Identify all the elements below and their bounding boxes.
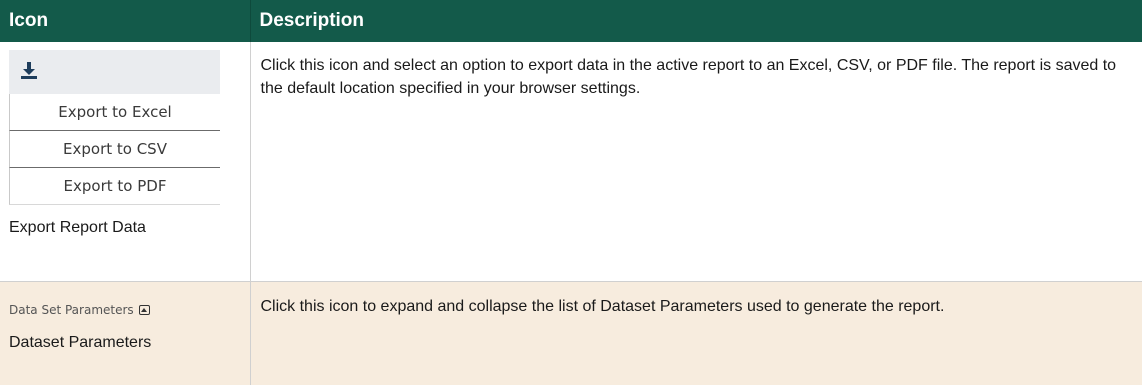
header-icon: Icon: [0, 0, 250, 42]
table-row: Data Set Parameters Dataset Parameters C…: [0, 281, 1142, 385]
export-widget: Export to Excel Export to CSV Export to …: [9, 50, 220, 205]
export-pdf-option[interactable]: Export to PDF: [9, 168, 220, 205]
description-cell: Click this icon to expand and collapse t…: [250, 281, 1142, 385]
export-button[interactable]: [9, 50, 220, 94]
table-header-row: Icon Description: [0, 0, 1142, 42]
icon-description-table: Icon Description Export to Excel Export …: [0, 0, 1142, 385]
row-label: Dataset Parameters: [9, 333, 152, 351]
dataset-parameters-toggle[interactable]: Data Set Parameters: [9, 303, 240, 317]
description-cell: Click this icon and select an option to …: [250, 42, 1142, 282]
toggle-text: Data Set Parameters: [9, 302, 134, 317]
icon-cell: Export to Excel Export to CSV Export to …: [0, 42, 251, 282]
export-excel-option[interactable]: Export to Excel: [9, 94, 220, 131]
download-icon[interactable]: [20, 61, 38, 84]
header-description: Description: [249, 0, 1142, 42]
collapse-icon[interactable]: [138, 304, 150, 315]
row-label: Export Report Data: [9, 219, 146, 236]
export-csv-option[interactable]: Export to CSV: [9, 131, 220, 168]
icon-cell: Data Set Parameters Dataset Parameters: [0, 281, 251, 385]
table-row: Export to Excel Export to CSV Export to …: [0, 42, 1142, 282]
